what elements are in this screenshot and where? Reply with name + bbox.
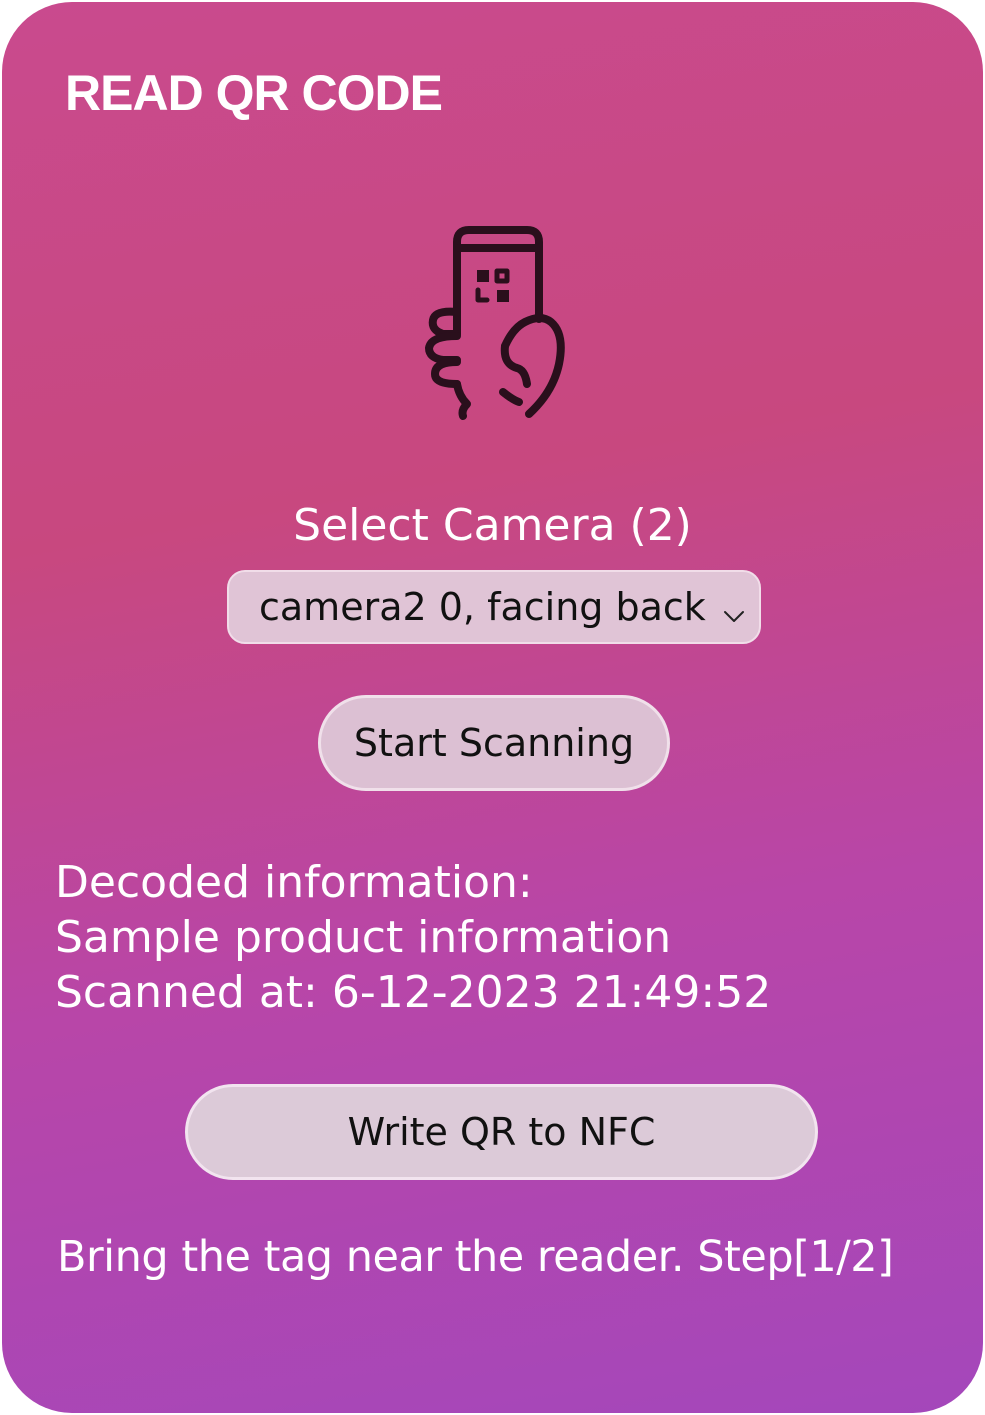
decoded-heading: Decoded information: [55,857,533,908]
page-title: READ QR CODE [65,65,443,121]
start-scanning-button[interactable]: Start Scanning [318,695,670,791]
phone-scanning-qr-icon [417,224,572,424]
decoded-info-block: Decoded information: Sample product info… [55,855,771,1020]
scanned-timestamp: Scanned at: 6-12-2023 21:49:52 [55,967,772,1018]
write-qr-to-nfc-button[interactable]: Write QR to NFC [185,1084,818,1180]
status-message: Bring the tag near the reader. Step[1/2] [57,1232,894,1282]
select-camera-label: Select Camera (2) [293,500,692,551]
camera-select-value: camera2 0, facing back [259,585,706,629]
chevron-down-icon [721,594,747,622]
qr-reader-card: READ QR CODE Select Camera (2) camera2 0… [2,2,983,1413]
decoded-value: Sample product information [55,912,672,963]
camera-select-dropdown[interactable]: camera2 0, facing back [227,570,761,644]
